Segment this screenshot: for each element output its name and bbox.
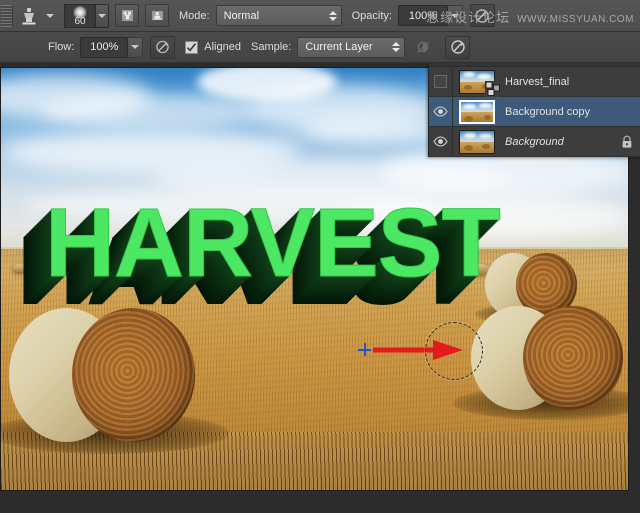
flow-label: Flow: — [48, 41, 75, 53]
options-bar-drag-grip[interactable] — [1, 4, 13, 27]
sample-stepper-icon[interactable] — [392, 42, 401, 52]
layer-thumbnail-image — [459, 129, 495, 154]
airbrush-icon[interactable] — [150, 35, 176, 59]
layer-thumbnail[interactable] — [459, 129, 495, 154]
clone-stamp-icon[interactable] — [16, 4, 42, 28]
clone-source-crosshair-icon — [358, 343, 371, 356]
distant-hay-bale — [13, 264, 26, 272]
photoshop-window: 60 Mode: Normal Opacity: 100% 思缘设计论坛 WWW… — [0, 0, 640, 513]
smart-object-badge-icon — [485, 80, 501, 97]
layer-thumbnail-image — [459, 99, 495, 124]
brush-panel-toggle-icon[interactable] — [115, 4, 139, 27]
tool-preset-chevron-down-icon[interactable] — [42, 13, 58, 18]
eye-visibility-icon — [433, 106, 448, 117]
bale-straw-swirl — [522, 306, 623, 410]
mode-label: Mode: — [179, 9, 210, 22]
eye-visibility-icon — [433, 136, 448, 147]
tool-options-bar-row-1: 60 Mode: Normal Opacity: 100% 思缘设计论坛 WWW… — [0, 0, 640, 32]
blend-mode-value: Normal — [223, 9, 260, 22]
flow-input[interactable]: 100% — [80, 36, 129, 58]
hay-bale-right — [453, 306, 628, 420]
aligned-label: Aligned — [204, 41, 241, 53]
brush-preset-icon[interactable]: 60 — [65, 4, 95, 27]
layer-row[interactable]: Background — [429, 127, 640, 157]
tool-options-bar-row-2: Flow: 100% Aligned Sample: Current Layer — [0, 32, 640, 63]
aligned-checkbox[interactable] — [185, 40, 199, 54]
layer-row[interactable]: Background copy — [429, 97, 640, 127]
sample-value: Current Layer — [305, 41, 373, 53]
watermark-url-text: WWW.MISSYUAN.COM — [517, 14, 634, 25]
layer-name-label: Background copy — [505, 105, 590, 118]
brush-preset-chevron-down-icon[interactable] — [95, 4, 108, 27]
bale-straw-swirl — [72, 308, 195, 442]
eye-visibility-icon-off — [434, 75, 447, 88]
blend-mode-stepper-icon[interactable] — [328, 10, 337, 21]
layers-panel: Harvest_final Background copy Background — [428, 63, 640, 157]
brush-preset-picker[interactable]: 60 — [64, 3, 109, 28]
flow-chevron-down-icon[interactable] — [128, 36, 144, 58]
clone-source-panel-toggle-icon[interactable] — [145, 4, 169, 27]
sample-select[interactable]: Current Layer — [297, 36, 406, 58]
layer-visibility-toggle[interactable] — [429, 67, 453, 96]
ignore-adjustment-layers-icon[interactable] — [413, 36, 435, 58]
watermark: 思缘设计论坛 WWW.MISSYUAN.COM — [426, 7, 634, 26]
brush-size-value: 60 — [74, 15, 86, 27]
layer-row[interactable]: Harvest_final — [429, 67, 640, 97]
lock-icon — [622, 135, 632, 148]
opacity-label: Opacity: — [351, 9, 392, 22]
layer-thumbnail[interactable] — [459, 99, 495, 124]
harvest-3d-text: HARVEST — [45, 188, 502, 297]
layer-visibility-toggle[interactable] — [429, 97, 453, 126]
watermark-cn-text: 思缘设计论坛 — [426, 11, 511, 26]
pressure-size-icon[interactable] — [445, 35, 471, 59]
layer-name-label: Harvest_final — [505, 75, 570, 88]
blend-mode-select[interactable]: Normal — [215, 5, 342, 26]
layer-lock-indicator — [614, 135, 640, 149]
layer-visibility-toggle[interactable] — [429, 127, 453, 156]
layer-name-label: Background — [505, 135, 564, 148]
hay-bale-foreground — [1, 308, 229, 454]
sample-label: Sample: — [250, 41, 292, 53]
layer-thumbnail[interactable] — [459, 69, 501, 97]
round-brush-cursor-icon — [425, 322, 483, 380]
